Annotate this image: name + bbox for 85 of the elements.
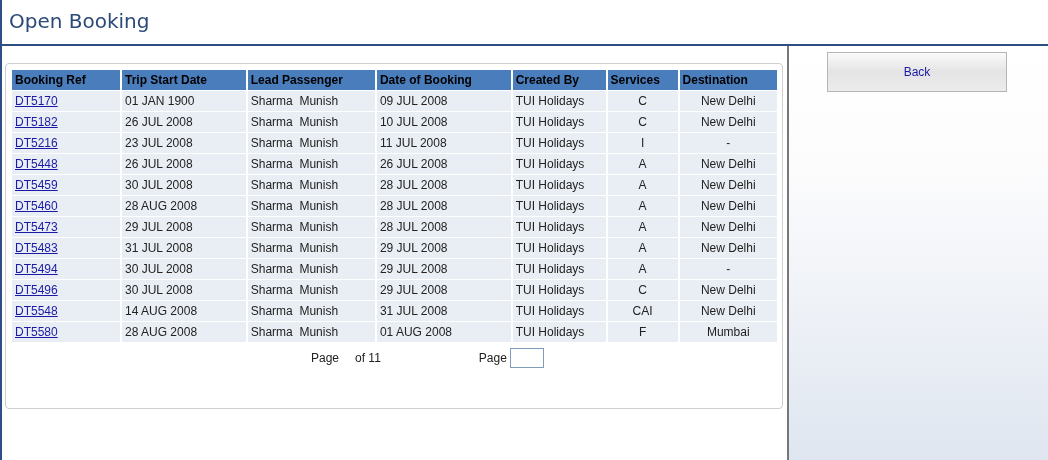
table-cell: 30 JUL 2008 [122,280,248,301]
table-cell: 01 JAN 1900 [122,91,248,112]
table-cell: New Delhi [679,175,777,196]
table-cell: New Delhi [679,91,777,112]
table-cell: New Delhi [679,154,777,175]
table-cell: - [679,133,777,154]
table-cell: TUI Holidays [512,280,608,301]
table-cell: New Delhi [679,112,777,133]
table-cell: TUI Holidays [512,175,608,196]
table-cell: F [607,322,680,343]
table-cell: 29 JUL 2008 [376,280,513,301]
table-cell: TUI Holidays [512,133,608,154]
table-cell: New Delhi [679,196,777,217]
table-cell: 30 JUL 2008 [122,259,248,280]
table-cell: Sharma Munish [247,91,377,112]
table-cell: 14 AUG 2008 [122,301,248,322]
table-cell: CAI [607,301,680,322]
table-cell: 26 JUL 2008 [122,112,248,133]
page-label: Page [311,351,340,365]
table-cell: Sharma Munish [247,217,377,238]
table-cell: TUI Holidays [512,259,608,280]
column-header: Created By [512,70,608,91]
table-cell: TUI Holidays [512,238,608,259]
table-cell: 31 JUL 2008 [376,301,513,322]
table-cell: A [607,238,680,259]
table-cell: TUI Holidays [512,154,608,175]
column-header: Trip Start Date [122,70,248,91]
table-cell: 26 JUL 2008 [122,154,248,175]
table-cell: 11 JUL 2008 [376,133,513,154]
table-cell: TUI Holidays [512,196,608,217]
table-cell: Sharma Munish [247,175,377,196]
column-header: Services [607,70,680,91]
column-header: Lead Passenger [247,70,377,91]
table-cell: New Delhi [679,238,777,259]
column-header: Date of Booking [376,70,513,91]
table-cell: New Delhi [679,280,777,301]
table-cell: C [607,112,680,133]
table-cell: Mumbai [679,322,777,343]
table-cell: 29 JUL 2008 [122,217,248,238]
table-cell: TUI Holidays [512,112,608,133]
table-cell: 30 JUL 2008 [122,175,248,196]
table-cell: C [607,91,680,112]
table-cell: A [607,217,680,238]
table-cell: 28 AUG 2008 [122,196,248,217]
table-cell: New Delhi [679,301,777,322]
table-cell: 31 JUL 2008 [122,238,248,259]
table-cell: 10 JUL 2008 [376,112,513,133]
table-cell: 28 JUL 2008 [376,175,513,196]
table-cell: Sharma Munish [247,133,377,154]
table-cell: - [679,259,777,280]
table-cell: Sharma Munish [247,154,377,175]
table-cell: Sharma Munish [247,301,377,322]
column-header: Booking Ref [12,70,122,91]
table-cell: 28 AUG 2008 [122,322,248,343]
table-cell: 29 JUL 2008 [376,259,513,280]
table-cell: A [607,154,680,175]
table-cell: 26 JUL 2008 [376,154,513,175]
table-cell: 29 JUL 2008 [376,238,513,259]
table-cell: TUI Holidays [512,217,608,238]
back-button[interactable]: Back [827,52,1007,92]
column-header: Destination [679,70,777,91]
table-cell: 01 AUG 2008 [376,322,513,343]
table-cell: New Delhi [679,217,777,238]
page-count: of 11 [355,351,381,365]
table-cell: 28 JUL 2008 [376,196,513,217]
table-cell: Sharma Munish [247,280,377,301]
table-cell: TUI Holidays [512,91,608,112]
table-cell: A [607,175,680,196]
table-cell: Sharma Munish [247,238,377,259]
table-cell: 23 JUL 2008 [122,133,248,154]
table-cell: Sharma Munish [247,112,377,133]
table-cell: C [607,280,680,301]
table-cell: A [607,259,680,280]
table-cell: Sharma Munish [247,196,377,217]
table-cell: TUI Holidays [512,301,608,322]
table-cell: Sharma Munish [247,322,377,343]
table-cell: Sharma Munish [247,259,377,280]
table-cell: 09 JUL 2008 [376,91,513,112]
page-input[interactable] [509,348,544,368]
page-title: Open Booking [8,8,150,33]
table-cell: I [607,133,680,154]
table-cell: A [607,196,680,217]
goto-label: Page [478,351,507,365]
table-cell: TUI Holidays [512,322,608,343]
table-cell: 28 JUL 2008 [376,217,513,238]
